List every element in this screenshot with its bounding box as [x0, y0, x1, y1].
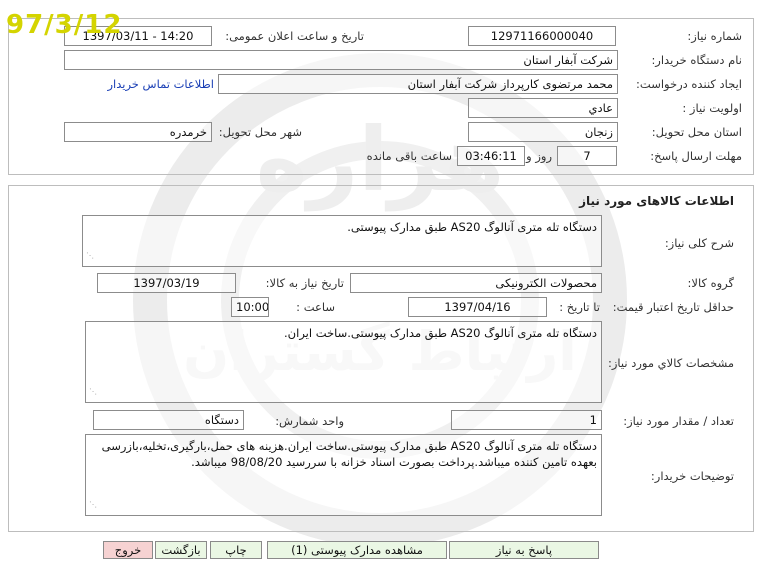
group-label: گروه کالا:: [687, 276, 734, 290]
city-field: خرمدره: [64, 122, 212, 142]
need-date-label: تاریخ نیاز به کالا:: [265, 276, 344, 290]
buyer-notes-text: دستگاه تله متری آنالوگ AS20 طبق مدارک پی…: [101, 439, 597, 469]
buyer-org-field: شرکت آبفار استان: [64, 50, 618, 70]
validity-time-field: 10:00: [231, 297, 269, 317]
resize-grip-icon: ⋰: [89, 500, 97, 509]
province-label: استان محل تحویل:: [651, 125, 742, 139]
need-number-label: شماره نیاز:: [687, 29, 742, 43]
section-title: اطلاعات کالاهای مورد نیاز: [579, 194, 734, 208]
specs-field: دستگاه تله متری آنالوگ AS20 طبق مدارک پی…: [85, 321, 602, 403]
specs-text: دستگاه تله متری آنالوگ AS20 طبق مدارک پی…: [284, 326, 597, 340]
requester-field: محمد مرتضوی کارپرداز شرکت آبفار استان: [218, 74, 618, 94]
validity-date-field: 1397/04/16: [408, 297, 547, 317]
general-desc-field: دستگاه تله متری آنالوگ AS20 طبق مدارک پی…: [82, 215, 602, 267]
deadline-days-unit: روز و: [526, 149, 552, 163]
contact-info-link[interactable]: اطلاعات تماس خریدار: [107, 77, 214, 91]
validity-to-label: تا تاریخ :: [559, 300, 600, 314]
buyer-org-label: نام دستگاه خریدار:: [651, 53, 742, 67]
general-desc-text: دستگاه تله متری آنالوگ AS20 طبق مدارک پی…: [347, 220, 597, 234]
requester-label: ایجاد کننده درخواست:: [636, 77, 742, 91]
respond-button[interactable]: پاسخ به نیاز: [449, 541, 599, 559]
stamp-date: 97/3/12: [6, 10, 123, 40]
group-field: محصولات الکترونیکی: [350, 273, 602, 293]
province-field: زنجان: [468, 122, 618, 142]
city-label: شهر محل تحویل:: [218, 125, 302, 139]
exit-button[interactable]: خروج: [103, 541, 153, 559]
priority-field: عادي: [468, 98, 618, 118]
quantity-field: 1: [451, 410, 602, 430]
need-number-field: 12971166000040: [468, 26, 616, 46]
general-desc-label: شرح کلی نیاز:: [664, 236, 734, 250]
quantity-label: تعداد / مقدار مورد نیاز:: [623, 414, 734, 428]
validity-label: حداقل تاریخ اعتبار قیمت:: [612, 300, 734, 314]
announce-label: تاریخ و ساعت اعلان عمومی:: [225, 29, 364, 43]
need-date-field: 1397/03/19: [97, 273, 236, 293]
deadline-label: مهلت ارسال پاسخ:: [650, 149, 742, 163]
back-button[interactable]: بازگشت: [155, 541, 207, 559]
priority-label: اولویت نیاز :: [682, 101, 742, 115]
buyer-notes-field: دستگاه تله متری آنالوگ AS20 طبق مدارک پی…: [85, 434, 602, 516]
print-button[interactable]: چاپ: [210, 541, 262, 559]
validity-time-label: ساعت :: [296, 300, 335, 314]
deadline-time-field: 03:46:11: [457, 146, 525, 166]
unit-label: واحد شمارش:: [275, 414, 344, 428]
resize-grip-icon: ⋰: [86, 251, 94, 260]
resize-grip-icon: ⋰: [89, 387, 97, 396]
view-docs-button[interactable]: مشاهده مدارک پیوستی (1): [267, 541, 447, 559]
unit-field: دستگاه: [93, 410, 244, 430]
buyer-notes-label: توضیحات خریدار:: [650, 469, 734, 483]
deadline-days-field: 7: [557, 146, 617, 166]
deadline-time-unit: ساعت باقی مانده: [366, 149, 452, 163]
specs-label: مشخصات کالاي مورد نیاز:: [607, 356, 734, 370]
